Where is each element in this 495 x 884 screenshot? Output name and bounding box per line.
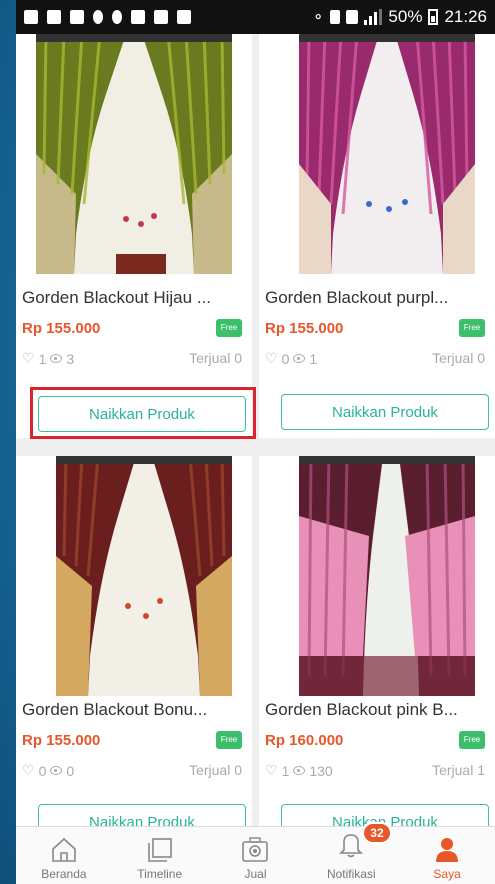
nav-item-beranda[interactable]: Beranda xyxy=(16,827,112,884)
product-image[interactable] xyxy=(299,456,475,696)
product-grid: Gorden Blackout Hijau ... Rp 155.000 Fre… xyxy=(16,34,495,826)
product-stats: ♡ 1 130 xyxy=(265,762,333,779)
like-count: 1 xyxy=(38,350,47,367)
sold-count: Terjual 0 xyxy=(189,762,242,778)
like-count: 0 xyxy=(281,350,290,367)
eye-icon xyxy=(50,354,63,363)
like-count: 1 xyxy=(281,762,290,779)
product-card[interactable]: Gorden Blackout pink B... Rp 160.000 Fre… xyxy=(259,456,495,826)
battery-percent: 50% xyxy=(388,7,423,26)
status-notification-icons xyxy=(24,10,191,24)
notification-icon xyxy=(131,10,145,24)
nav-label: Timeline xyxy=(137,867,183,881)
status-system: ⚬ 50% 21:26 xyxy=(312,7,487,27)
product-name[interactable]: Gorden Blackout purpl... xyxy=(265,288,491,308)
product-price: Rp 155.000 xyxy=(22,320,101,337)
sold-count: Terjual 0 xyxy=(432,350,485,366)
nav-item-notifikasi[interactable]: 32 Notifikasi xyxy=(303,822,399,884)
product-image[interactable] xyxy=(299,34,475,274)
product-card[interactable]: Gorden Blackout Hijau ... Rp 155.000 Fre… xyxy=(16,34,252,438)
product-stats: ♡ 1 3 xyxy=(22,350,74,367)
product-stats: ♡ 0 0 xyxy=(22,762,74,779)
view-count: 1 xyxy=(309,350,318,367)
youtube-icon xyxy=(70,10,84,24)
free-shipping-badge: Free xyxy=(216,731,242,749)
nav-label: Saya xyxy=(433,867,461,881)
timeline-icon xyxy=(147,838,172,862)
heart-icon: ♡ xyxy=(22,762,35,778)
highlight-box xyxy=(30,387,256,439)
battery-icon xyxy=(428,9,439,25)
nav-label: Beranda xyxy=(41,867,87,881)
home-icon xyxy=(52,837,76,862)
heart-icon: ♡ xyxy=(265,762,278,778)
product-name[interactable]: Gorden Blackout pink B... xyxy=(265,700,491,720)
sold-count: Terjual 1 xyxy=(432,762,485,778)
promote-product-button[interactable]: Naikkan Produk xyxy=(281,394,489,430)
clock: 21:26 xyxy=(444,7,487,26)
mail-icon xyxy=(154,10,168,24)
product-price: Rp 160.000 xyxy=(265,732,344,749)
product-image[interactable] xyxy=(36,34,232,274)
heart-icon: ♡ xyxy=(22,350,35,366)
eye-icon xyxy=(293,354,306,363)
product-name[interactable]: Gorden Blackout Bonu... xyxy=(22,700,248,720)
product-image[interactable] xyxy=(56,456,232,696)
notification-icon xyxy=(112,10,122,24)
heart-icon: ♡ xyxy=(265,350,278,366)
product-card[interactable]: Gorden Blackout purpl... Rp 155.000 Free… xyxy=(259,34,495,438)
view-count: 130 xyxy=(309,762,333,779)
user-icon xyxy=(436,838,459,862)
free-shipping-badge: Free xyxy=(216,319,242,337)
product-name[interactable]: Gorden Blackout Hijau ... xyxy=(22,288,248,308)
promote-product-button[interactable]: Naikkan Produk xyxy=(38,804,246,826)
notification-icon xyxy=(177,10,191,24)
nav-item-jual[interactable]: Jual xyxy=(208,827,304,884)
signal-icon xyxy=(364,9,383,25)
product-stats: ♡ 0 1 xyxy=(265,350,317,367)
notification-icon xyxy=(47,10,61,24)
product-card[interactable]: Gorden Blackout Bonu... Rp 155.000 Free … xyxy=(16,456,252,826)
phone-screen: ⚬ 50% 21:26 Gorden Blackout Hijau ... Rp… xyxy=(16,0,495,884)
product-price: Rp 155.000 xyxy=(22,732,101,749)
notification-icon xyxy=(24,10,38,24)
notification-icon xyxy=(93,10,103,24)
nav-label: Notifikasi xyxy=(326,867,376,881)
bottom-navigation: Beranda Timeline Jual 32 Notifikasi Saya xyxy=(16,822,495,884)
notification-badge: 32 xyxy=(362,822,392,844)
like-count: 0 xyxy=(38,762,47,779)
view-count: 3 xyxy=(66,350,75,367)
product-price: Rp 155.000 xyxy=(265,320,344,337)
camera-icon xyxy=(242,837,269,862)
sold-count: Terjual 0 xyxy=(189,350,242,366)
free-shipping-badge: Free xyxy=(459,319,485,337)
nav-label: Jual xyxy=(244,867,267,881)
wifi-icon: ⚬ xyxy=(311,9,325,26)
sim-icon xyxy=(330,10,341,24)
sim-icon xyxy=(346,10,359,24)
status-bar: ⚬ 50% 21:26 xyxy=(16,0,495,34)
nav-item-timeline[interactable]: Timeline xyxy=(112,827,208,884)
nav-item-saya[interactable]: Saya xyxy=(399,827,495,884)
eye-icon xyxy=(293,766,306,775)
free-shipping-badge: Free xyxy=(459,731,485,749)
eye-icon xyxy=(50,766,63,775)
view-count: 0 xyxy=(66,762,75,779)
